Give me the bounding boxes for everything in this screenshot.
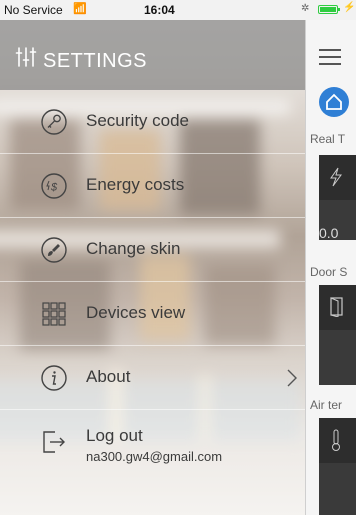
chevron-right-icon [287,369,297,387]
sliders-icon [15,47,37,67]
battery-icon [318,5,340,14]
energy-card[interactable] [319,155,356,200]
door-icon [330,297,343,317]
key-icon [41,109,67,135]
section-label-door: Door S [310,265,348,279]
charging-icon: ⚡ [343,2,356,13]
app-screen: No Service 📶 16:04 ✲ ⚡ SETTINGS Security… [0,0,356,515]
thermometer-icon [332,429,340,451]
hamburger-menu-icon[interactable] [319,49,341,65]
menu-item-devices-view[interactable]: Devices view [0,282,305,346]
account-email: na300.gw4@gmail.com [86,449,223,464]
settings-header: SETTINGS [0,20,305,90]
menu-label-devices-view: Devices view [86,303,186,322]
energy-cost-icon: $ [41,173,67,199]
main-screen-peek[interactable]: Real T 0.0 Door S Air ter [305,20,356,515]
section-label-realtime: Real T [310,132,346,146]
menu-label-security-code: Security code [86,111,189,130]
menu-item-security-code[interactable]: Security code [0,90,305,154]
home-icon[interactable] [319,87,349,117]
air-temperature-value-card [319,463,356,515]
wifi-icon: 📶 [73,3,87,15]
settings-menu: Security code $ Energy costs Change skin [0,90,305,480]
status-bar: No Service 📶 16:04 ✲ ⚡ [0,0,356,20]
door-card[interactable] [319,285,356,330]
logout-icon [43,431,65,453]
svg-text:$: $ [50,182,58,194]
air-temperature-card[interactable] [319,418,356,463]
menu-label-energy-costs: Energy costs [86,175,185,194]
info-icon [41,365,67,391]
menu-label-about: About [86,367,131,386]
carrier-label: No Service [4,3,63,17]
menu-item-log-out[interactable]: Log out na300.gw4@gmail.com [0,410,305,480]
section-label-air-temp: Air ter [310,398,343,412]
menu-item-change-skin[interactable]: Change skin [0,218,305,282]
brush-icon [41,237,67,263]
bluetooth-icon: ✲ [301,3,310,14]
menu-label-change-skin: Change skin [86,239,181,258]
door-status-card [319,330,356,385]
menu-label-log-out: Log out [86,426,143,445]
status-time: 16:04 [144,3,175,17]
menu-item-about[interactable]: About [0,346,305,410]
settings-title: SETTINGS [43,50,148,72]
lightning-icon [330,167,342,187]
grid-icon [42,302,66,326]
energy-value: 0.0 [319,225,339,241]
menu-item-energy-costs[interactable]: $ Energy costs [0,154,305,218]
